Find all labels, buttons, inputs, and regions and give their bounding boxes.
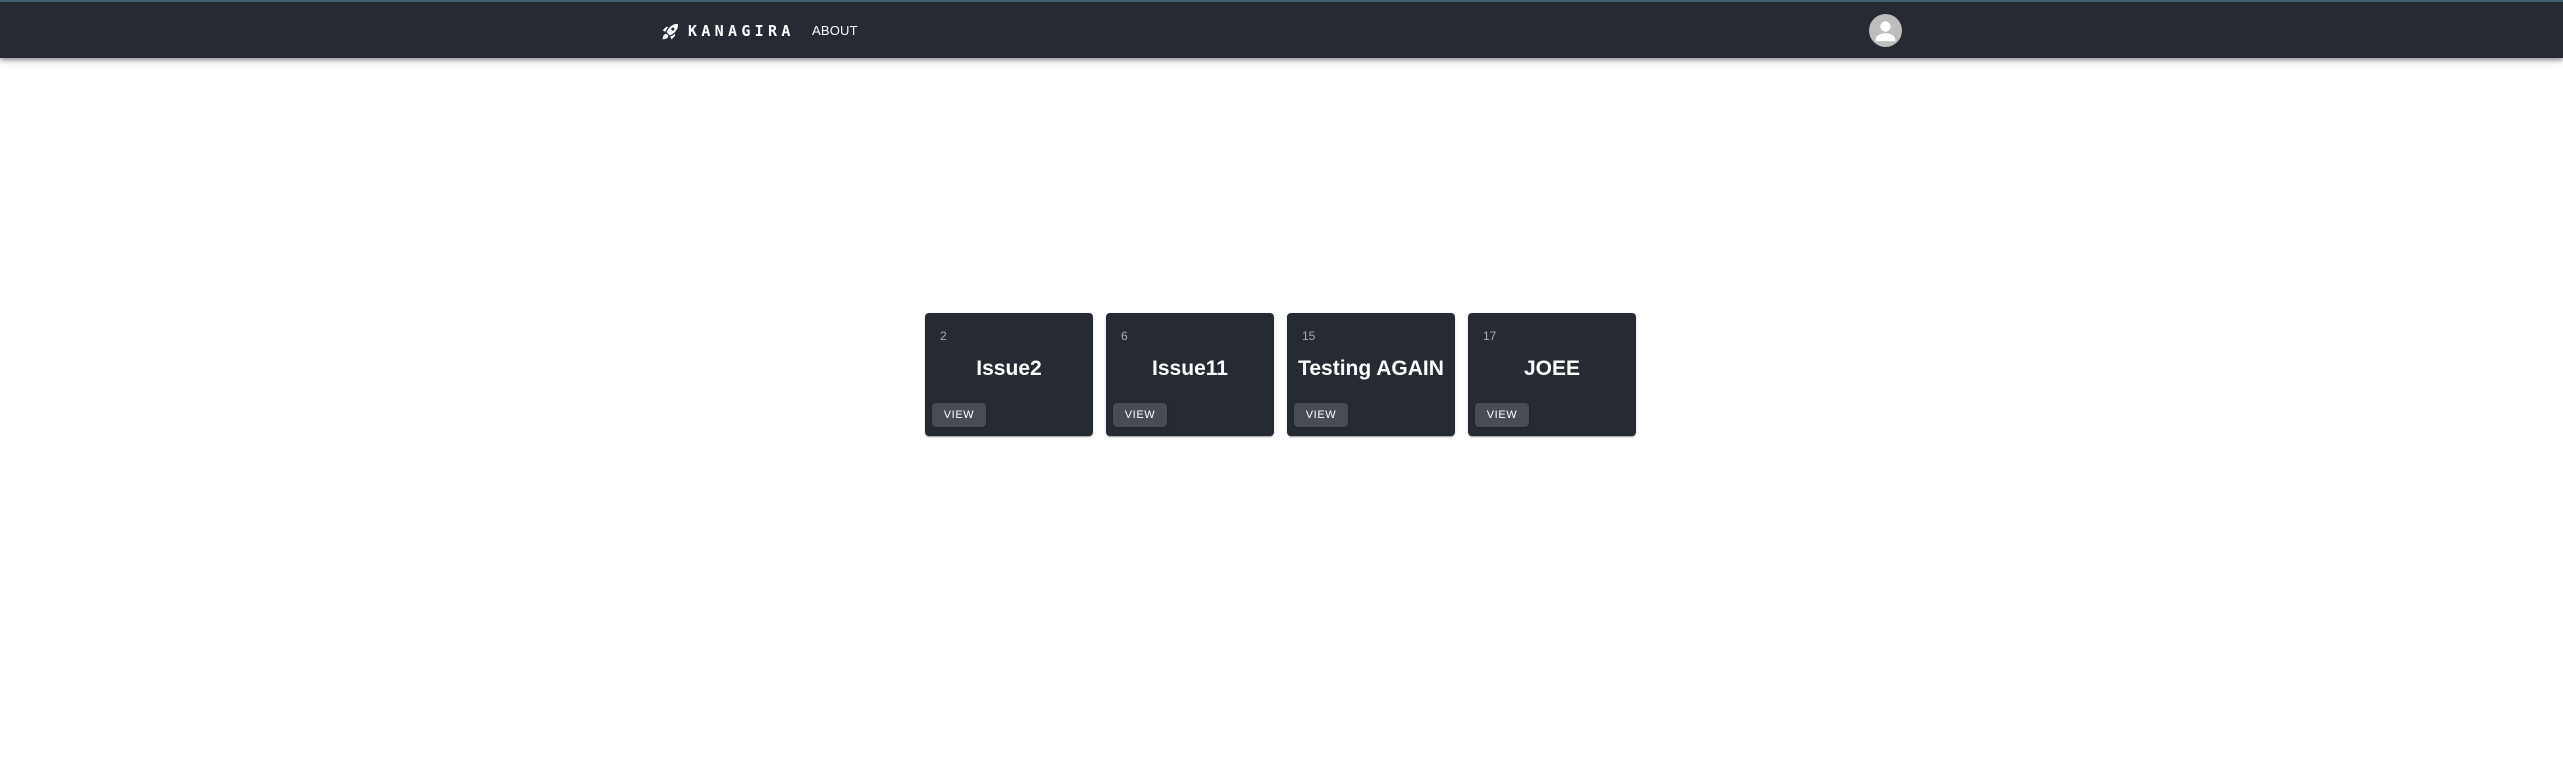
issue-title: Testing AGAIN: [1298, 357, 1444, 380]
issue-id: 15: [1302, 329, 1316, 343]
issue-card-list: 2 Issue2 VIEW 6 Issue11 VIEW 15 Testing …: [925, 313, 1636, 436]
issue-card: 6 Issue11 VIEW: [1106, 313, 1274, 436]
rocket-icon: [661, 22, 680, 41]
issue-title: Issue2: [976, 357, 1042, 380]
issue-id: 2: [940, 329, 947, 343]
view-issue-button[interactable]: VIEW: [1475, 403, 1529, 427]
user-avatar-button[interactable]: [1869, 14, 1902, 47]
view-issue-button[interactable]: VIEW: [1294, 403, 1348, 427]
issue-title: Issue11: [1152, 357, 1228, 380]
person-icon: [1869, 14, 1902, 47]
view-issue-button[interactable]: VIEW: [1113, 403, 1167, 427]
view-issue-button[interactable]: VIEW: [932, 403, 986, 427]
issue-card: 15 Testing AGAIN VIEW: [1287, 313, 1455, 436]
issue-card: 17 JOEE VIEW: [1468, 313, 1636, 436]
issue-card: 2 Issue2 VIEW: [925, 313, 1093, 436]
issue-title: JOEE: [1523, 357, 1581, 380]
brand-logo-link[interactable]: KANAGIRA: [661, 20, 795, 42]
issue-id: 6: [1121, 329, 1128, 343]
issue-id: 17: [1483, 329, 1497, 343]
brand-name: KANAGIRA: [688, 22, 795, 40]
nav-about-link[interactable]: ABOUT: [804, 20, 866, 42]
app-bar: KANAGIRA ABOUT: [0, 0, 2563, 58]
